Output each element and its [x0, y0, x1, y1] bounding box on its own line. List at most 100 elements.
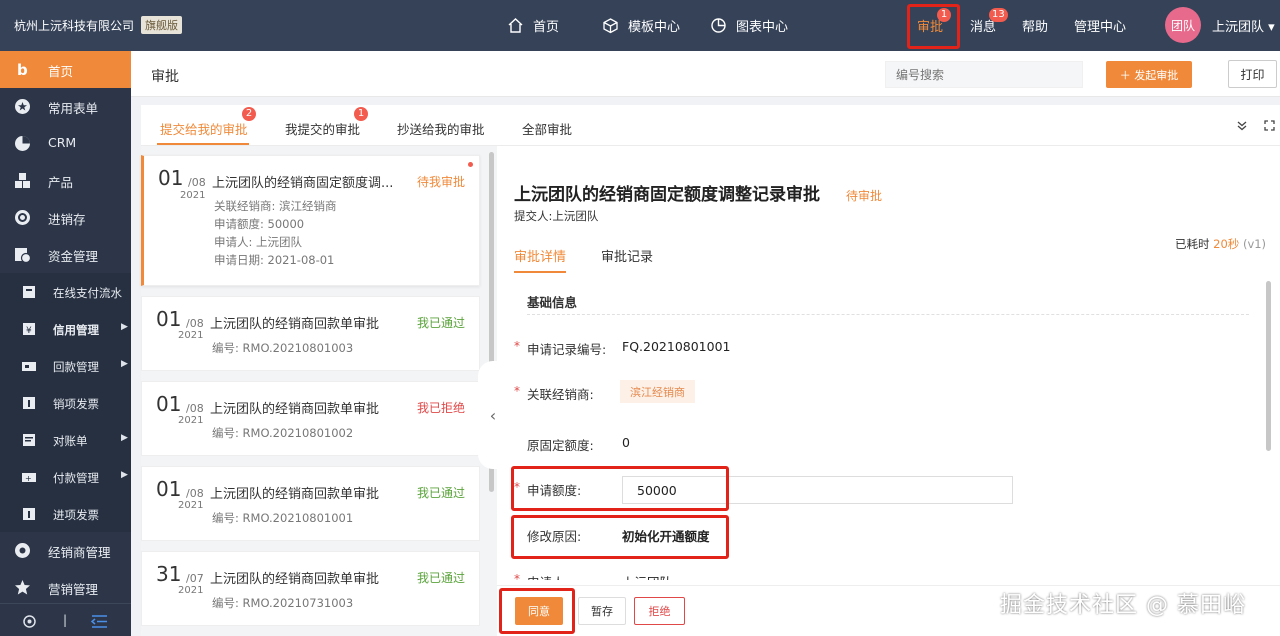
- footer-separator: |: [63, 613, 68, 627]
- dealer-tag[interactable]: 滨江经销商: [620, 380, 695, 403]
- list-item[interactable]: 31 /07 2021 上沅团队的经销商回款单审批 我已通过 编号: RMO.2…: [141, 551, 480, 626]
- payment-icon: +: [22, 473, 36, 483]
- sidebar-item-label: 产品: [48, 175, 74, 190]
- list-item[interactable]: 01 /08 2021 上沅团队的经销商回款单审批 我已拒绝 编号: RMO.2…: [141, 381, 480, 456]
- dealer-label: 关联经销商:: [527, 387, 594, 402]
- sidebar-sub-statement[interactable]: 对账单 ▶: [0, 421, 131, 458]
- nav-help[interactable]: 帮助: [1022, 16, 1048, 35]
- credit-icon: ¥: [23, 323, 35, 336]
- sidebar-item-marketing[interactable]: 营销管理: [0, 569, 131, 606]
- team-name: 上沅团队: [1212, 20, 1265, 35]
- card-day: 01: [158, 166, 184, 190]
- unread-dot: [468, 162, 473, 167]
- highlight-box-reason: [511, 515, 729, 559]
- pie-icon: [15, 136, 30, 151]
- card-day: 01: [156, 477, 182, 501]
- card-line: 申请额度: 50000: [214, 217, 305, 231]
- record-no-value: FQ.20210801001: [622, 339, 731, 354]
- top-bar: 杭州上沅科技有限公司 旗舰版 首页 模板中心 图表中心 审批 1 消息 13 帮…: [0, 0, 1280, 51]
- sidebar-footer: |: [0, 603, 131, 636]
- avatar[interactable]: 团队: [1165, 7, 1201, 43]
- approval-tabs: 提交给我的审批 2 我提交的审批 1 抄送给我的审批 全部审批: [141, 105, 1280, 146]
- receive-icon: [22, 362, 36, 371]
- record-no-label: 申请记录编号:: [527, 342, 607, 357]
- gear-icon[interactable]: [22, 614, 37, 629]
- sidebar-sub-label: 回款管理: [53, 360, 99, 374]
- sidebar-item-label: 常用表单: [48, 101, 99, 116]
- sidebar-sub-credit[interactable]: ¥ 信用管理 ▶: [0, 310, 131, 347]
- nav-templates-label: 模板中心: [628, 19, 681, 35]
- sidebar-sub-sales-invoice[interactable]: 销项发票: [0, 384, 131, 421]
- cube-icon: [603, 17, 618, 33]
- sidebar-item-label: CRM: [48, 135, 77, 150]
- detail-submitter: 提交人:上沅团队: [514, 209, 599, 223]
- card-line: 编号: RMO.20210801001: [212, 511, 354, 525]
- sidebar-item-dealers[interactable]: 经销商管理: [0, 532, 131, 569]
- menu-collapse-icon[interactable]: [91, 614, 108, 629]
- pay-icon: [23, 286, 35, 298]
- card-line: 申请日期: 2021-08-01: [214, 253, 335, 267]
- card-day: 01: [156, 392, 182, 416]
- fullscreen-icon[interactable]: [1264, 120, 1275, 131]
- tab-all[interactable]: 全部审批: [522, 119, 572, 138]
- card-month: /08: [188, 176, 206, 189]
- nav-templates[interactable]: 模板中心: [602, 15, 680, 35]
- nav-charts[interactable]: 图表中心: [710, 15, 788, 35]
- list-item[interactable]: 01 /08 2021 上沅团队的经销商回款单审批 我已通过 编号: RMO.2…: [141, 466, 480, 541]
- approval-list: 01 /08 2021 上沅团队的经销商固定额度调... 待我审批 关联经销商:…: [141, 146, 508, 636]
- tab-approval-records[interactable]: 审批记录: [601, 246, 653, 265]
- sidebar: b 首页 常用表单 CRM 产品 进销存 资金管理 在线支付流水 ¥ 信用管理 …: [0, 51, 131, 636]
- list-item[interactable]: 01 /08 2021 上沅团队的经销商回款单审批 我已通过 编号: RMO.2…: [141, 296, 480, 371]
- sidebar-item-crm[interactable]: CRM: [0, 125, 131, 162]
- sidebar-item-inventory[interactable]: 进销存: [0, 199, 131, 236]
- statement-icon: [23, 434, 35, 446]
- card-month: /08: [186, 487, 204, 500]
- required-mark: *: [514, 572, 520, 580]
- card-year: 2021: [180, 190, 206, 201]
- team-switcher[interactable]: 上沅团队 ▾: [1212, 16, 1275, 35]
- caret-down-icon: ▾: [1268, 20, 1275, 35]
- sidebar-sub-payment[interactable]: + 付款管理 ▶: [0, 458, 131, 495]
- cycle-icon: [15, 210, 30, 225]
- card-day: 01: [156, 307, 182, 331]
- print-button[interactable]: 打印: [1228, 60, 1277, 88]
- tab-cc-to-me[interactable]: 抄送给我的审批: [397, 119, 485, 138]
- sidebar-sub-online-payment[interactable]: 在线支付流水: [0, 273, 131, 310]
- nav-home[interactable]: 首页: [507, 15, 559, 35]
- detail-tab-indicator: [514, 271, 566, 273]
- sidebar-sub-purchase-invoice[interactable]: 进项发票: [0, 495, 131, 532]
- chevron-double-down-icon[interactable]: [1237, 121, 1247, 131]
- detail-status: 待审批: [846, 189, 883, 203]
- search-input[interactable]: [885, 61, 1083, 88]
- highlight-box-amount: [511, 466, 729, 511]
- tab-submitted-to-me[interactable]: 提交给我的审批: [160, 119, 248, 138]
- sidebar-item-home[interactable]: b 首页: [0, 51, 131, 88]
- sidebar-item-products[interactable]: 产品: [0, 162, 131, 199]
- svg-text:¥: ¥: [26, 326, 32, 336]
- sidebar-item-finance[interactable]: 资金管理: [0, 236, 131, 273]
- sidebar-item-forms[interactable]: 常用表单: [0, 88, 131, 125]
- marketing-icon: [15, 580, 30, 595]
- required-mark: *: [514, 339, 520, 353]
- watermark: 掘金技术社区 @ 慕田峪: [1000, 593, 1246, 618]
- card-line: 关联经销商: 滨江经销商: [214, 199, 337, 213]
- detail-scrollbar[interactable]: [1266, 281, 1271, 451]
- svg-text:b: b: [17, 61, 28, 78]
- sidebar-sub-receivable[interactable]: 回款管理 ▶: [0, 347, 131, 384]
- messages-badge: 13: [989, 8, 1008, 22]
- home-icon: [508, 17, 523, 33]
- card-title: 上沅团队的经销商回款单审批: [210, 487, 380, 502]
- save-draft-button[interactable]: 暂存: [578, 597, 626, 625]
- nav-admin[interactable]: 管理中心: [1074, 16, 1126, 35]
- chevron-right-icon: ▶: [121, 322, 128, 332]
- card-month: /08: [186, 317, 204, 330]
- start-approval-button[interactable]: ＋ 发起审批: [1106, 61, 1192, 88]
- list-item[interactable]: 01 /08 2021 上沅团队的经销商固定额度调... 待我审批 关联经销商:…: [141, 155, 480, 286]
- version-label: (v1): [1242, 237, 1267, 251]
- reject-button[interactable]: 拒绝: [634, 597, 685, 625]
- chevron-left-icon: ‹: [489, 405, 497, 425]
- tab-approval-details[interactable]: 审批详情: [514, 246, 566, 265]
- card-title: 上沅团队的经销商固定额度调...: [212, 176, 394, 191]
- card-year: 2021: [178, 330, 204, 341]
- tab-my-submitted[interactable]: 我提交的审批: [285, 119, 360, 138]
